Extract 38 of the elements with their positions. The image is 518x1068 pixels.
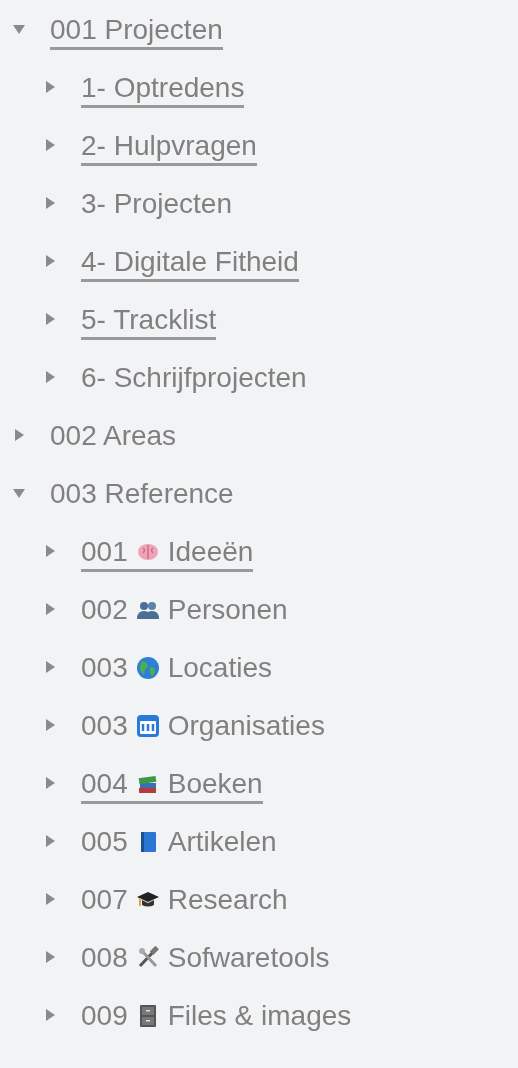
expand-caret-icon[interactable] <box>43 660 57 674</box>
tree-item[interactable]: 001 Projecten <box>50 13 223 50</box>
expand-caret-icon[interactable] <box>43 892 57 906</box>
tree-item[interactable]: 3- Projecten <box>81 187 232 224</box>
tree-item[interactable]: 008 Sofwaretools <box>81 941 330 978</box>
tree-item[interactable]: 1- Optredens <box>81 71 245 108</box>
expand-caret-icon[interactable] <box>43 80 57 94</box>
expand-caret-icon[interactable] <box>43 776 57 790</box>
expand-caret-icon[interactable] <box>43 138 57 152</box>
collapse-caret-icon[interactable] <box>12 486 26 500</box>
expand-caret-icon[interactable] <box>43 1008 57 1022</box>
tree-item[interactable]: 4- Digitale Fitheid <box>81 245 299 282</box>
expand-caret-icon[interactable] <box>43 196 57 210</box>
tree-item[interactable]: 003 Reference <box>50 477 234 514</box>
tree-item[interactable]: 003 Organisaties <box>81 709 325 746</box>
tree-item[interactable]: 002 Personen <box>81 593 288 630</box>
expand-caret-icon[interactable] <box>43 370 57 384</box>
expand-caret-icon[interactable] <box>43 312 57 326</box>
globe-icon <box>135 655 160 680</box>
expand-caret-icon[interactable] <box>43 950 57 964</box>
tree-item[interactable]: 001 Ideeën <box>81 535 254 572</box>
expand-caret-icon[interactable] <box>43 544 57 558</box>
elevator-icon <box>135 713 160 738</box>
tree-item[interactable]: 002 Areas <box>50 419 177 456</box>
tree-item[interactable]: 003 Locaties <box>81 651 272 688</box>
tree-item[interactable]: 005 Artikelen <box>81 825 277 862</box>
expand-caret-icon[interactable] <box>43 718 57 732</box>
tree-item[interactable]: 004 Boeken <box>81 767 263 804</box>
tree-item[interactable]: 5- Tracklist <box>81 303 217 340</box>
tree-item[interactable]: 009 Files & images <box>81 999 352 1036</box>
tree-item[interactable]: 007 Research <box>81 883 288 920</box>
expand-caret-icon[interactable] <box>12 428 26 442</box>
expand-caret-icon[interactable] <box>43 834 57 848</box>
expand-caret-icon[interactable] <box>43 602 57 616</box>
tree-item[interactable]: 6- Schrijfprojecten <box>81 361 307 398</box>
expand-caret-icon[interactable] <box>43 254 57 268</box>
tree-item[interactable]: 2- Hulpvragen <box>81 129 257 166</box>
collapse-caret-icon[interactable] <box>12 22 26 36</box>
